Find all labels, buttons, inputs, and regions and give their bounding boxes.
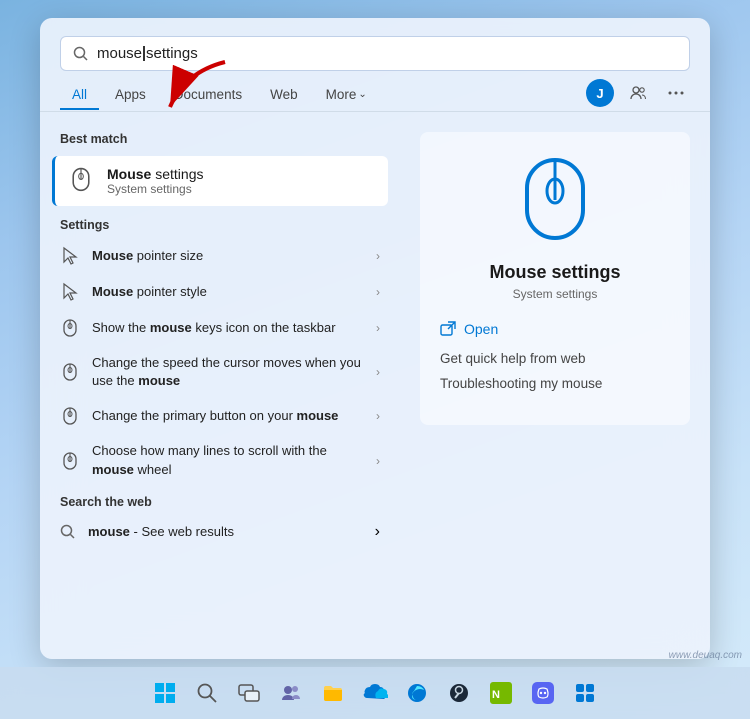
list-item-text: Mouse pointer style (92, 283, 364, 301)
best-match-title-rest: settings (151, 166, 203, 182)
taskbar-search-icon (196, 682, 218, 704)
detail-subtitle: System settings (513, 287, 598, 301)
steam-button[interactable] (441, 675, 477, 711)
watermark: www.deuaq.com (669, 650, 742, 661)
list-item-text: Mouse pointer size (92, 247, 364, 265)
open-link-icon (440, 321, 456, 337)
list-item-text: Show the mouse keys icon on the taskbar (92, 319, 364, 337)
best-match-subtitle: System settings (107, 182, 203, 196)
chevron-right-icon: › (376, 321, 380, 335)
list-item[interactable]: Choose how many lines to scroll with the… (40, 434, 400, 486)
edge-button[interactable] (399, 675, 435, 711)
chevron-right-icon: › (375, 523, 380, 541)
search-web-icon (60, 524, 76, 540)
folder-icon (322, 682, 344, 704)
tab-all[interactable]: All (60, 81, 99, 110)
mouse-scroll-icon (60, 451, 80, 471)
tab-web[interactable]: Web (258, 81, 310, 110)
edge-icon (406, 682, 428, 704)
list-item[interactable]: Change the speed the cursor moves when y… (40, 346, 400, 398)
list-item-text: Change the primary button on your mouse (92, 407, 364, 425)
people-icon (629, 84, 647, 102)
nvidia-button[interactable]: N (483, 675, 519, 711)
best-match-item[interactable]: Mouse settings System settings (52, 156, 388, 206)
best-match-text: Mouse settings System settings (107, 166, 203, 196)
discord-button[interactable] (525, 675, 561, 711)
user-avatar[interactable]: J (586, 79, 614, 107)
open-action[interactable]: Open (440, 321, 498, 337)
red-arrow-annotation (155, 52, 235, 112)
search-icon (73, 46, 89, 62)
right-panel: Mouse settings System settings Open Get … (400, 112, 710, 659)
more-taskbar-button[interactable] (567, 675, 603, 711)
chevron-right-icon: › (376, 365, 380, 379)
list-item-text: Choose how many lines to scroll with the… (92, 442, 364, 478)
windows-logo-icon (154, 682, 176, 704)
tab-apps[interactable]: Apps (103, 81, 158, 110)
search-text: mouse (97, 45, 142, 62)
task-view-icon (238, 682, 260, 704)
chevron-right-icon: › (376, 285, 380, 299)
onedrive-icon (362, 682, 388, 704)
start-menu: mouse settings All Apps Documents Web Mo… (40, 18, 710, 659)
mouse-primary-button-icon (60, 406, 80, 426)
teams-button[interactable] (273, 675, 309, 711)
search-rest-text: - See web results (134, 524, 234, 539)
steam-icon (448, 682, 470, 704)
teams-icon (280, 682, 302, 704)
detail-title: Mouse settings (489, 262, 620, 283)
windows-start-icon[interactable] (147, 675, 183, 711)
search-web-text: mouse - See web results (88, 524, 234, 539)
more-options-button[interactable] (662, 79, 690, 107)
quick-help-link[interactable]: Get quick help from web (440, 351, 586, 366)
settings-label: Settings (40, 210, 400, 238)
best-match-bold: Mouse (107, 166, 151, 182)
main-content: Best match Mouse settings System setting… (40, 112, 710, 659)
mouse-speed-icon (60, 362, 80, 382)
search-cursor (143, 46, 145, 61)
best-match-label: Best match (40, 124, 400, 152)
detail-panel: Mouse settings System settings Open Get … (420, 132, 690, 425)
onedrive-button[interactable] (357, 675, 393, 711)
mouse-settings-icon-small (67, 167, 95, 195)
filter-tabs: All Apps Documents Web More ⌄ J (40, 71, 710, 112)
chevron-down-icon: ⌄ (358, 89, 366, 100)
troubleshoot-link[interactable]: Troubleshooting my mouse (440, 376, 602, 391)
mouse-keys-icon (60, 318, 80, 338)
search-web-label: Search the web (40, 487, 400, 515)
chevron-right-icon: › (376, 454, 380, 468)
svg-text:N: N (492, 689, 500, 701)
chevron-right-icon: › (376, 249, 380, 263)
list-item[interactable]: Mouse pointer size › (40, 238, 400, 274)
mouse-settings-icon-large (519, 156, 591, 246)
mouse-pointer-style-icon (60, 282, 80, 302)
left-panel: Best match Mouse settings System setting… (40, 112, 400, 659)
list-item[interactable]: Mouse pointer style › (40, 274, 400, 310)
search-web-item[interactable]: mouse - See web results › (40, 515, 400, 549)
file-explorer-button[interactable] (315, 675, 351, 711)
search-bold-text: mouse (88, 524, 130, 539)
taskbar-search-button[interactable] (189, 675, 225, 711)
discord-icon (532, 682, 554, 704)
grid-icon (574, 682, 596, 704)
people-icon-button[interactable] (624, 79, 652, 107)
ellipsis-icon (667, 84, 685, 102)
list-item[interactable]: Show the mouse keys icon on the taskbar … (40, 310, 400, 346)
nvidia-icon: N (490, 682, 512, 704)
tab-more[interactable]: More ⌄ (314, 81, 379, 110)
task-view-button[interactable] (231, 675, 267, 711)
tab-icons-group: J (586, 79, 690, 111)
mouse-pointer-icon (60, 246, 80, 266)
list-item-text: Change the speed the cursor moves when y… (92, 354, 364, 390)
best-match-title: Mouse settings (107, 166, 203, 182)
taskbar: N (0, 667, 750, 719)
chevron-right-icon: › (376, 409, 380, 423)
list-item[interactable]: Change the primary button on your mouse … (40, 398, 400, 434)
